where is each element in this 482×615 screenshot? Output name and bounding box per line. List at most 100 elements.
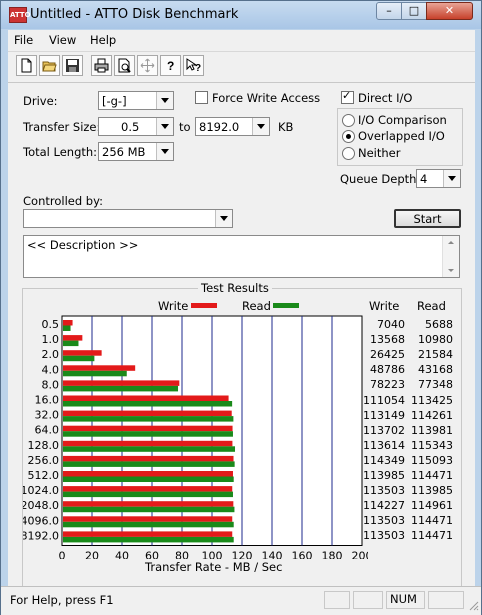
read-bar bbox=[63, 385, 179, 392]
write-value: 111054 bbox=[363, 393, 405, 407]
x-tick-label: 40 bbox=[115, 550, 129, 560]
read-legend-swatch bbox=[273, 303, 299, 308]
write-column-header: Write bbox=[369, 299, 400, 313]
read-value: 115093 bbox=[411, 453, 453, 467]
y-tick-label: 8.0 bbox=[42, 378, 60, 391]
write-value: 113149 bbox=[363, 408, 405, 422]
write-bar bbox=[63, 350, 102, 356]
status-panel-scrl bbox=[428, 591, 464, 609]
x-tick-label: 180 bbox=[322, 550, 343, 560]
print-icon[interactable] bbox=[91, 55, 112, 76]
queue-depth-select[interactable]: 4 bbox=[416, 169, 461, 188]
write-bar bbox=[63, 455, 234, 462]
io-comparison-label[interactable]: I/O Comparison bbox=[358, 113, 447, 127]
queue-depth-label: Queue Depth: bbox=[340, 172, 421, 186]
chevron-down-icon[interactable] bbox=[156, 118, 173, 135]
read-bar bbox=[63, 506, 235, 513]
neither-radio[interactable] bbox=[342, 147, 355, 160]
transfer-size-from-select[interactable]: 0.5 bbox=[98, 117, 174, 136]
read-value: 113425 bbox=[411, 393, 453, 407]
resize-grip-icon[interactable] bbox=[467, 599, 479, 611]
transfer-size-to-value: 8192.0 bbox=[199, 120, 240, 134]
read-bar bbox=[63, 370, 127, 377]
maximize-button[interactable]: □ bbox=[401, 2, 427, 20]
description-box[interactable]: << Description >> bbox=[23, 235, 460, 278]
status-help-text: For Help, press F1 bbox=[10, 593, 114, 607]
io-comparison-radio[interactable] bbox=[342, 114, 355, 127]
x-tick-label: 0 bbox=[59, 550, 66, 560]
status-num-indicator: NUM bbox=[386, 591, 425, 609]
write-value: 113614 bbox=[363, 438, 405, 452]
x-axis-title: Transfer Rate - MB / Sec bbox=[145, 560, 283, 574]
y-tick-label: 128.0 bbox=[28, 439, 60, 452]
write-value: 114227 bbox=[363, 499, 405, 513]
context-help-icon[interactable]: ? bbox=[183, 55, 204, 76]
write-bar bbox=[63, 410, 232, 417]
neither-label[interactable]: Neither bbox=[358, 146, 400, 160]
chevron-down-icon[interactable] bbox=[215, 210, 232, 227]
write-value: 113503 bbox=[363, 514, 405, 528]
write-value: 48786 bbox=[370, 363, 405, 377]
read-value: 114471 bbox=[411, 514, 453, 528]
results-chart: 0 20 40 60 80 100 120 140 160 180 200 0.5 1.0 2.0 4.0 8… bbox=[23, 315, 368, 560]
transfer-size-to-select[interactable]: 8192.0 bbox=[195, 117, 270, 136]
save-icon[interactable] bbox=[62, 55, 83, 76]
help-icon[interactable]: ? bbox=[160, 55, 181, 76]
write-bar bbox=[63, 380, 180, 386]
close-button[interactable]: ✕ bbox=[426, 2, 473, 20]
test-results-title: Test Results bbox=[198, 281, 272, 295]
chevron-down-icon[interactable] bbox=[156, 143, 173, 160]
menu-view[interactable]: View bbox=[49, 33, 76, 47]
total-length-select[interactable]: 256 MB bbox=[98, 142, 174, 161]
title-bar[interactable]: ATTO Untitled - ATTO Disk Benchmark – □ … bbox=[1, 1, 481, 29]
kb-label: KB bbox=[278, 120, 294, 134]
queue-depth-value: 4 bbox=[420, 172, 428, 186]
transfer-size-label: Transfer Size: bbox=[23, 120, 101, 134]
controlled-by-select[interactable] bbox=[23, 209, 233, 228]
svg-text:?: ? bbox=[195, 63, 201, 73]
minimize-button[interactable]: – bbox=[376, 2, 402, 20]
new-file-icon[interactable] bbox=[16, 55, 37, 76]
drive-select[interactable]: [-g-] bbox=[98, 91, 174, 110]
chevron-down-icon[interactable] bbox=[443, 170, 460, 187]
x-tick-label: 100 bbox=[202, 550, 223, 560]
atto-app-icon: ATTO bbox=[9, 7, 31, 23]
write-value: 113503 bbox=[363, 484, 405, 498]
move-icon[interactable] bbox=[137, 55, 158, 76]
menu-help[interactable]: Help bbox=[90, 33, 116, 47]
read-value: 115343 bbox=[411, 438, 453, 452]
start-button[interactable]: Start bbox=[394, 209, 461, 228]
read-bar bbox=[63, 401, 233, 407]
write-bar bbox=[63, 486, 233, 492]
write-value: 113702 bbox=[363, 423, 405, 437]
to-label: to bbox=[179, 120, 191, 134]
drive-value: [-g-] bbox=[102, 94, 127, 108]
write-bar bbox=[63, 531, 233, 537]
read-bar bbox=[63, 355, 95, 362]
overlapped-io-label[interactable]: Overlapped I/O bbox=[358, 129, 445, 143]
x-tick-label: 160 bbox=[292, 550, 313, 560]
scroll-arrows-icon bbox=[448, 241, 454, 272]
y-tick-label: 512.0 bbox=[28, 469, 60, 482]
direct-io-checkbox[interactable] bbox=[341, 89, 354, 104]
total-length-value: 256 MB bbox=[102, 145, 146, 159]
y-tick-label: 2048.0 bbox=[23, 499, 59, 512]
x-tick-label: 120 bbox=[232, 550, 253, 560]
chevron-down-icon[interactable] bbox=[156, 92, 173, 109]
write-bar bbox=[63, 501, 234, 507]
menu-file[interactable]: File bbox=[14, 33, 33, 47]
write-value: 26425 bbox=[370, 348, 405, 362]
chevron-down-icon[interactable] bbox=[252, 118, 269, 135]
force-write-label[interactable]: Force Write Access bbox=[212, 91, 320, 105]
write-bar bbox=[63, 471, 233, 477]
read-bar bbox=[63, 521, 234, 528]
print-preview-icon[interactable] bbox=[114, 55, 135, 76]
open-folder-icon[interactable] bbox=[39, 55, 60, 76]
direct-io-label[interactable]: Direct I/O bbox=[358, 91, 412, 105]
menu-bar: File View Help bbox=[8, 30, 475, 50]
read-value: 21584 bbox=[418, 348, 453, 362]
drive-label: Drive: bbox=[23, 94, 58, 108]
force-write-checkbox[interactable] bbox=[195, 91, 208, 104]
overlapped-io-radio[interactable] bbox=[342, 130, 355, 143]
description-scrollbar[interactable] bbox=[442, 236, 459, 277]
